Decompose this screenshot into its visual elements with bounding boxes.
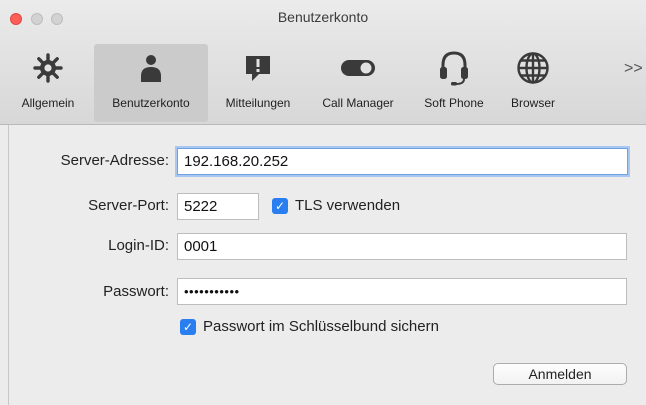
toolbar-label: Call Manager: [322, 96, 394, 110]
toolbar-item-benutzerkonto[interactable]: Benutzerkonto: [94, 44, 208, 122]
account-settings-panel: Server-Adresse: 192.168.20.252 Server-Po…: [8, 125, 646, 405]
login-id-label: Login-ID:: [108, 237, 169, 254]
toolbar-item-mitteilungen[interactable]: Mitteilungen: [210, 44, 306, 122]
server-address-label: Server-Adresse:: [60, 152, 169, 169]
toolbar-label: Mitteilungen: [225, 96, 291, 110]
login-button[interactable]: Anmelden: [493, 363, 627, 385]
toolbar-label: Browser: [510, 96, 555, 110]
keychain-label: Passwort im Schlüsselbund sichern: [203, 318, 439, 335]
server-port-field[interactable]: 5222: [177, 193, 259, 220]
toolbar-label: Benutzerkonto: [112, 96, 190, 110]
globe-icon: [513, 48, 553, 88]
window-title: Benutzerkonto: [277, 9, 369, 25]
server-port-label: Server-Port:: [88, 197, 169, 214]
toolbar-label: Allgemein: [21, 96, 75, 110]
password-field[interactable]: •••••••••••: [177, 278, 627, 305]
tls-checkbox[interactable]: ✓: [272, 198, 288, 214]
toolbar-item-soft-phone[interactable]: Soft Phone: [408, 44, 500, 122]
toolbar-item-call-manager[interactable]: Call Manager: [308, 44, 408, 122]
preferences-window: Benutzerkonto Allgemein Benutzerkonto Mi…: [0, 0, 646, 405]
login-id-field[interactable]: 0001: [177, 233, 627, 260]
password-label: Passwort:: [103, 283, 169, 300]
headset-icon: [434, 48, 474, 88]
toolbar-item-allgemein[interactable]: Allgemein: [8, 44, 88, 122]
toolbar-overflow-chevron-icon[interactable]: >>: [624, 60, 643, 78]
toolbar-item-browser[interactable]: Browser: [500, 44, 566, 122]
keychain-checkbox[interactable]: ✓: [180, 319, 196, 335]
toolbar-label: Soft Phone: [424, 96, 484, 110]
message-alert-icon: [238, 48, 278, 88]
title-bar: Benutzerkonto Allgemein Benutzerkonto Mi…: [0, 0, 646, 125]
toggle-icon: [338, 48, 378, 88]
user-icon: [131, 48, 171, 88]
tls-label: TLS verwenden: [295, 197, 401, 214]
server-address-field[interactable]: 192.168.20.252: [177, 148, 628, 175]
gear-icon: [28, 48, 68, 88]
